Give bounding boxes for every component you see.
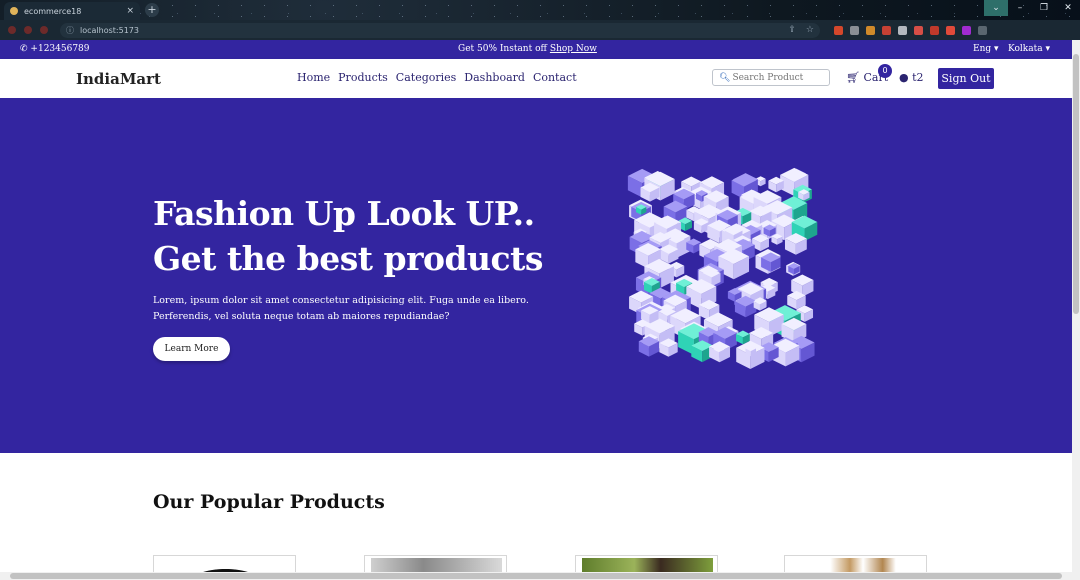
extension-icon[interactable] [834, 25, 843, 35]
main-nav: IndiaMart Home Products Categories Dashb… [0, 59, 1072, 98]
hero-headline-1: Fashion Up Look UP.. [153, 194, 535, 233]
horizontal-scroll-thumb[interactable] [10, 573, 1062, 579]
nav-dashboard[interactable]: Dashboard [464, 71, 525, 84]
hero-description: Lorem, ipsum dolor sit amet consectetur … [153, 295, 529, 322]
promo-text: Get 50% Instant off [458, 44, 547, 54]
nav-menu: Home Products Categories Dashboard Conta… [297, 71, 577, 84]
window-controls: ⌄ – ❐ ✕ [984, 0, 1080, 16]
bookmark-star-icon[interactable]: ☆ [806, 25, 814, 35]
phone-icon: ✆ [20, 44, 28, 54]
cart-count-badge: 0 [878, 64, 892, 78]
search-box[interactable]: 🔍︎ [712, 69, 830, 86]
tab-close-icon[interactable]: × [126, 6, 134, 16]
shop-now-link[interactable]: Shop Now [550, 44, 597, 54]
address-bar[interactable]: ⓘ localhost:5173 ⇪ ☆ [60, 22, 820, 38]
extension-icon[interactable] [914, 25, 923, 35]
language-select[interactable]: Eng ▾ [973, 44, 999, 54]
tab-search-button[interactable]: ⌄ [984, 0, 1008, 16]
search-icon: 🔍︎ [719, 72, 731, 83]
tab-title: ecommerce18 [24, 6, 82, 16]
extension-icon[interactable] [898, 25, 907, 35]
phone-contact: ✆ +123456789 [20, 44, 90, 54]
reload-icon[interactable] [40, 26, 48, 34]
site-logo[interactable]: IndiaMart [76, 70, 161, 88]
browser-toolbar: ⓘ localhost:5173 ⇪ ☆ [0, 20, 1080, 40]
hero-banner: Fashion Up Look UP.. Get the best produc… [0, 98, 1072, 453]
favicon-icon [10, 7, 18, 15]
nav-contact[interactable]: Contact [533, 71, 577, 84]
learn-more-button[interactable]: Learn More [153, 337, 230, 361]
hero-headline-2: Get the best products [153, 239, 543, 278]
nav-products[interactable]: Products [338, 71, 388, 84]
cart-icon: 🛒︎ [846, 71, 860, 84]
promo-banner: Get 50% Instant off Shop Now [458, 44, 597, 54]
horizontal-scrollbar[interactable] [0, 572, 1080, 580]
browser-nav-buttons [0, 26, 60, 34]
extension-icon[interactable] [930, 25, 939, 35]
sign-out-button[interactable]: Sign Out [938, 68, 994, 89]
vertical-scroll-thumb[interactable] [1073, 54, 1079, 314]
browser-tab[interactable]: ecommerce18 × [4, 2, 140, 20]
forward-icon[interactable] [24, 26, 32, 34]
site-info-icon[interactable]: ⓘ [66, 25, 74, 36]
extensions-bar [834, 25, 987, 35]
extension-icon[interactable] [882, 25, 891, 35]
extension-icon[interactable] [978, 25, 987, 35]
extension-icon[interactable] [962, 25, 971, 35]
new-tab-button[interactable]: + [145, 3, 159, 17]
search-input[interactable] [732, 72, 829, 83]
minimize-button[interactable]: – [1008, 0, 1032, 16]
city-select[interactable]: Kolkata ▾ [1008, 44, 1050, 54]
nav-categories[interactable]: Categories [396, 71, 457, 84]
browser-tab-strip: ecommerce18 × + ⌄ – ❐ ✕ [0, 0, 1080, 20]
user-circle-icon: ● [899, 71, 909, 84]
restore-button[interactable]: ❐ [1032, 0, 1056, 16]
cart-button[interactable]: 🛒︎ Cart 0 [846, 64, 892, 84]
user-account[interactable]: ● t2 [899, 71, 924, 84]
nav-home[interactable]: Home [297, 71, 330, 84]
close-window-button[interactable]: ✕ [1056, 0, 1080, 16]
extension-icon[interactable] [850, 25, 859, 35]
address-url[interactable]: localhost:5173 [80, 26, 778, 35]
hero-cubes-illustration [627, 167, 818, 369]
share-icon[interactable]: ⇪ [788, 25, 796, 35]
vertical-scrollbar[interactable] [1072, 40, 1080, 572]
user-name: t2 [912, 71, 924, 84]
phone-number: +123456789 [30, 44, 90, 54]
back-icon[interactable] [8, 26, 16, 34]
extension-icon[interactable] [866, 25, 875, 35]
site-topbar: ✆ +123456789 Get 50% Instant off Shop Now… [0, 40, 1072, 59]
extension-icon[interactable] [946, 25, 955, 35]
popular-products-title: Our Popular Products [153, 491, 385, 513]
